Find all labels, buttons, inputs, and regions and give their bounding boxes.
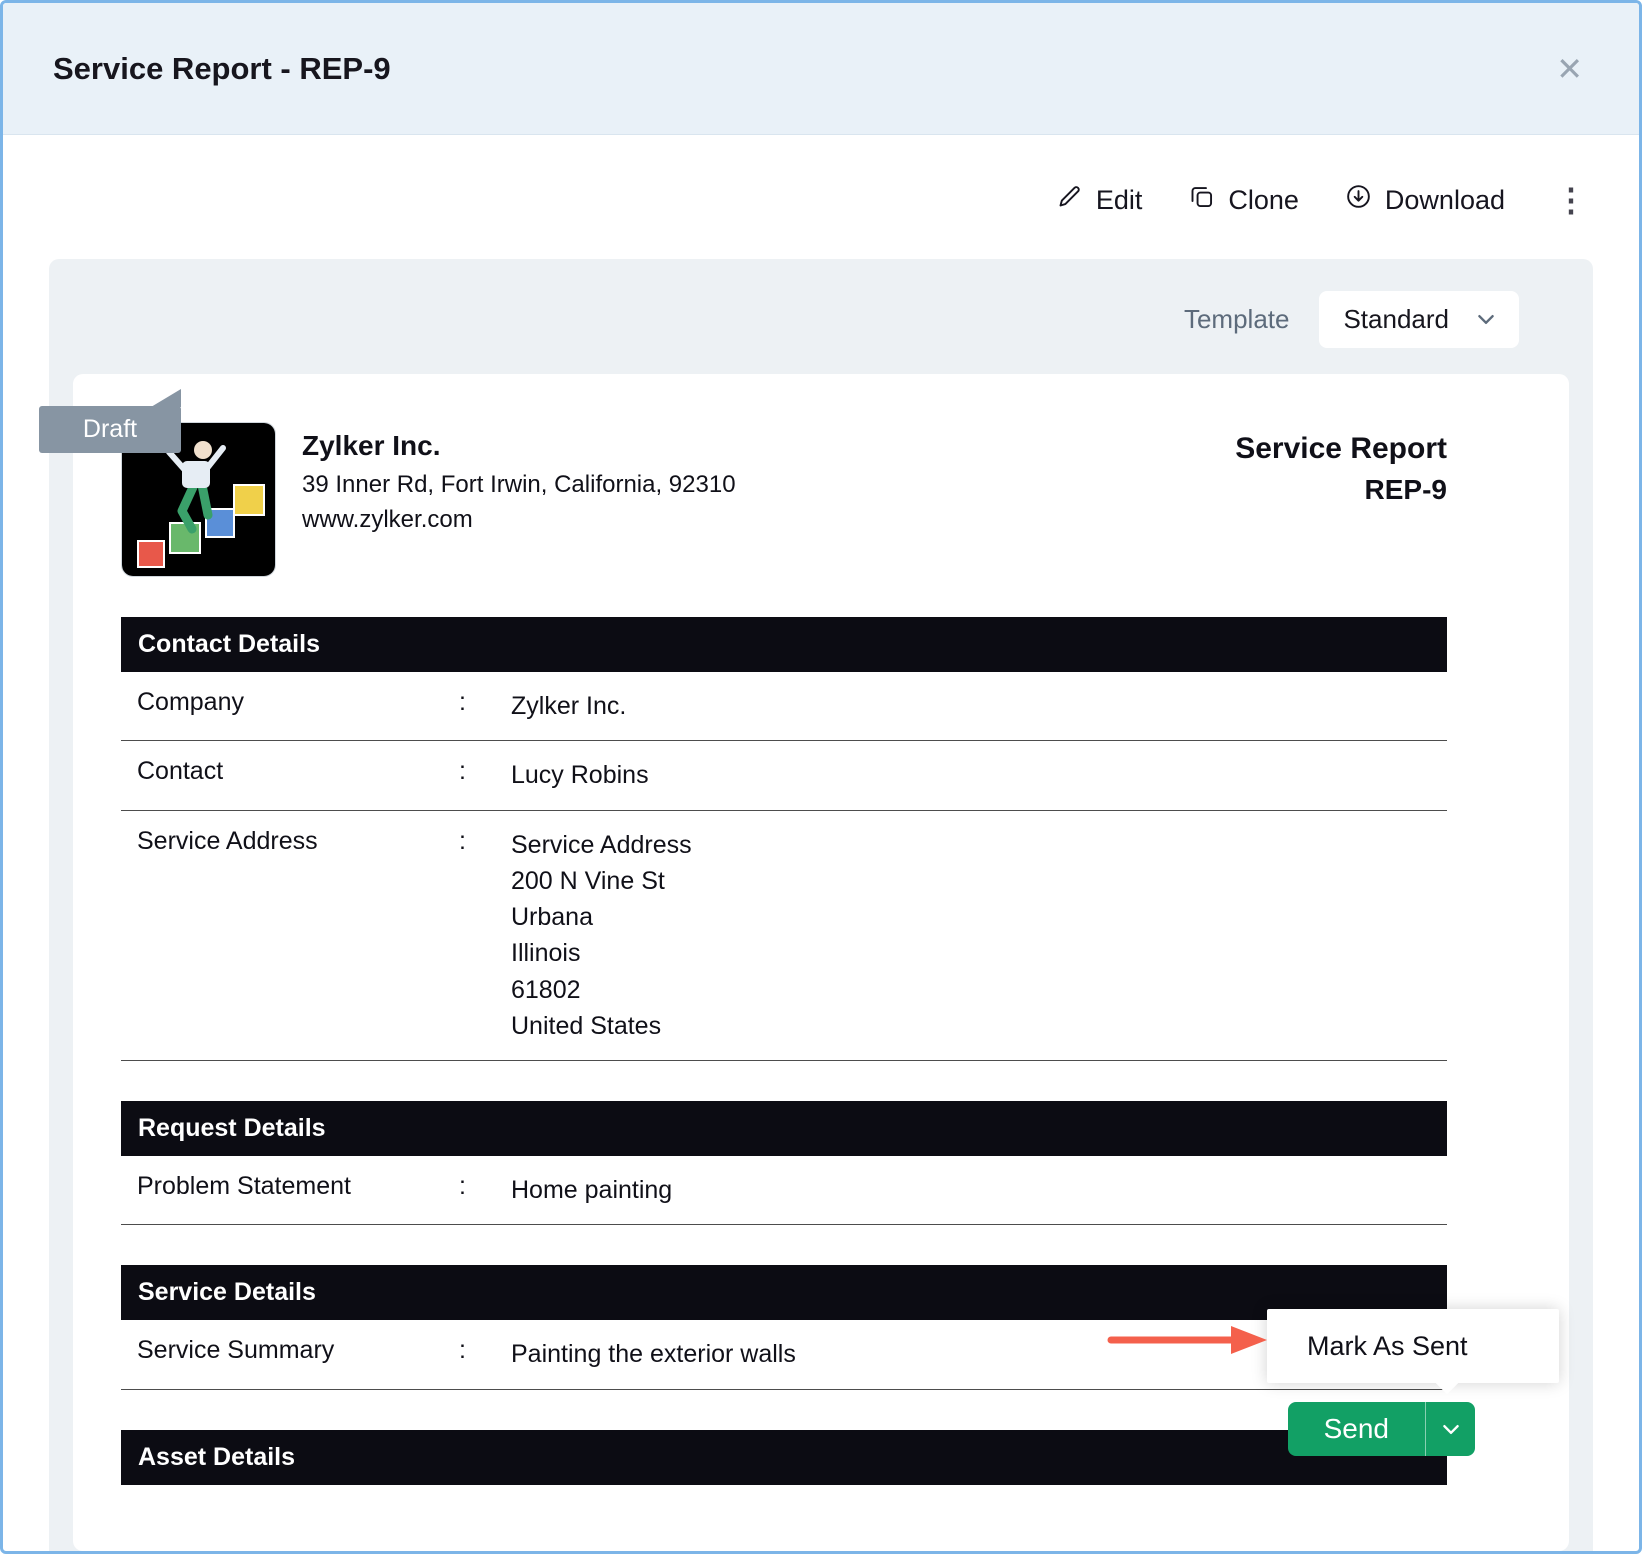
template-selected-value: Standard <box>1343 304 1449 334</box>
more-options-icon[interactable]: ⋮ <box>1551 181 1591 219</box>
modal-title: Service Report - REP-9 <box>53 50 391 86</box>
download-label: Download <box>1384 184 1505 215</box>
detail-row-problem-statement: Problem Statement : Home painting <box>121 1156 1447 1226</box>
send-dropdown-toggle[interactable] <box>1425 1402 1475 1456</box>
company-website: www.zylker.com <box>302 506 473 533</box>
modal-header: Service Report - REP-9 ✕ <box>3 3 1639 135</box>
detail-row-service-address: Service Address : Service Address 200 N … <box>121 811 1447 1061</box>
detail-label: Contact <box>137 757 224 786</box>
document-title: Service Report <box>1235 432 1447 465</box>
chevron-down-icon <box>1478 314 1494 325</box>
download-button[interactable]: Download <box>1345 183 1505 217</box>
send-options-menu: Mark As Sent <box>1267 1309 1559 1395</box>
clone-label: Clone <box>1228 184 1299 215</box>
company-name: Zylker Inc. <box>302 430 441 461</box>
toolbar: Edit Clone Download ⋮ <box>3 135 1639 219</box>
send-button[interactable]: Send <box>1288 1402 1425 1456</box>
section-asset-details: Asset Details <box>121 1429 1447 1485</box>
service-report-modal: Service Report - REP-9 ✕ Edit Clone Down… <box>0 0 1642 1554</box>
detail-label: Company <box>137 688 244 716</box>
document-id: REP-9 <box>1364 474 1447 505</box>
detail-colon: : <box>459 757 466 786</box>
detail-value: Home painting <box>511 1176 673 1204</box>
detail-label: Service Summary <box>137 1336 335 1365</box>
detail-label: Service Address <box>137 826 318 855</box>
annotation-arrow-icon <box>1107 1322 1271 1363</box>
section-header: Contact Details <box>121 617 1447 672</box>
detail-value: Service Address 200 N Vine St Urbana Ill… <box>511 830 692 1040</box>
download-icon <box>1345 183 1372 217</box>
report-header: Zylker Inc. 39 Inner Rd, Fort Irwin, Cal… <box>121 422 1447 577</box>
detail-colon: : <box>459 826 466 855</box>
pencil-icon <box>1056 183 1083 217</box>
send-split-button: Send <box>1287 1402 1475 1456</box>
detail-colon: : <box>459 688 466 716</box>
edit-button[interactable]: Edit <box>1056 183 1143 217</box>
section-request-details: Request Details Problem Statement : Home… <box>121 1101 1447 1226</box>
template-dropdown[interactable]: Standard <box>1319 291 1519 348</box>
clone-icon <box>1188 183 1215 217</box>
close-icon[interactable]: ✕ <box>1550 47 1589 91</box>
detail-row-company: Company : Zylker Inc. <box>121 672 1447 742</box>
company-address: 39 Inner Rd, Fort Irwin, California, 923… <box>302 471 736 498</box>
template-bar: Template Standard <box>73 285 1569 348</box>
detail-colon: : <box>459 1336 466 1365</box>
section-header: Asset Details <box>121 1429 1447 1485</box>
detail-colon: : <box>459 1172 466 1200</box>
template-label: Template <box>1183 304 1290 334</box>
section-header: Service Details <box>121 1265 1447 1321</box>
edit-label: Edit <box>1095 184 1143 215</box>
section-contact-details: Contact Details Company : Zylker Inc. Co… <box>121 617 1447 1061</box>
chevron-down-icon <box>1442 1424 1459 1434</box>
detail-label: Problem Statement <box>137 1172 351 1200</box>
status-badge: Draft <box>39 389 181 453</box>
menu-item-mark-as-sent[interactable]: Mark As Sent <box>1307 1331 1468 1362</box>
clone-button[interactable]: Clone <box>1188 183 1299 217</box>
detail-value: Lucy Robins <box>511 761 649 790</box>
detail-value: Zylker Inc. <box>511 692 627 720</box>
detail-row-contact: Contact : Lucy Robins <box>121 741 1447 811</box>
section-header: Request Details <box>121 1101 1447 1156</box>
